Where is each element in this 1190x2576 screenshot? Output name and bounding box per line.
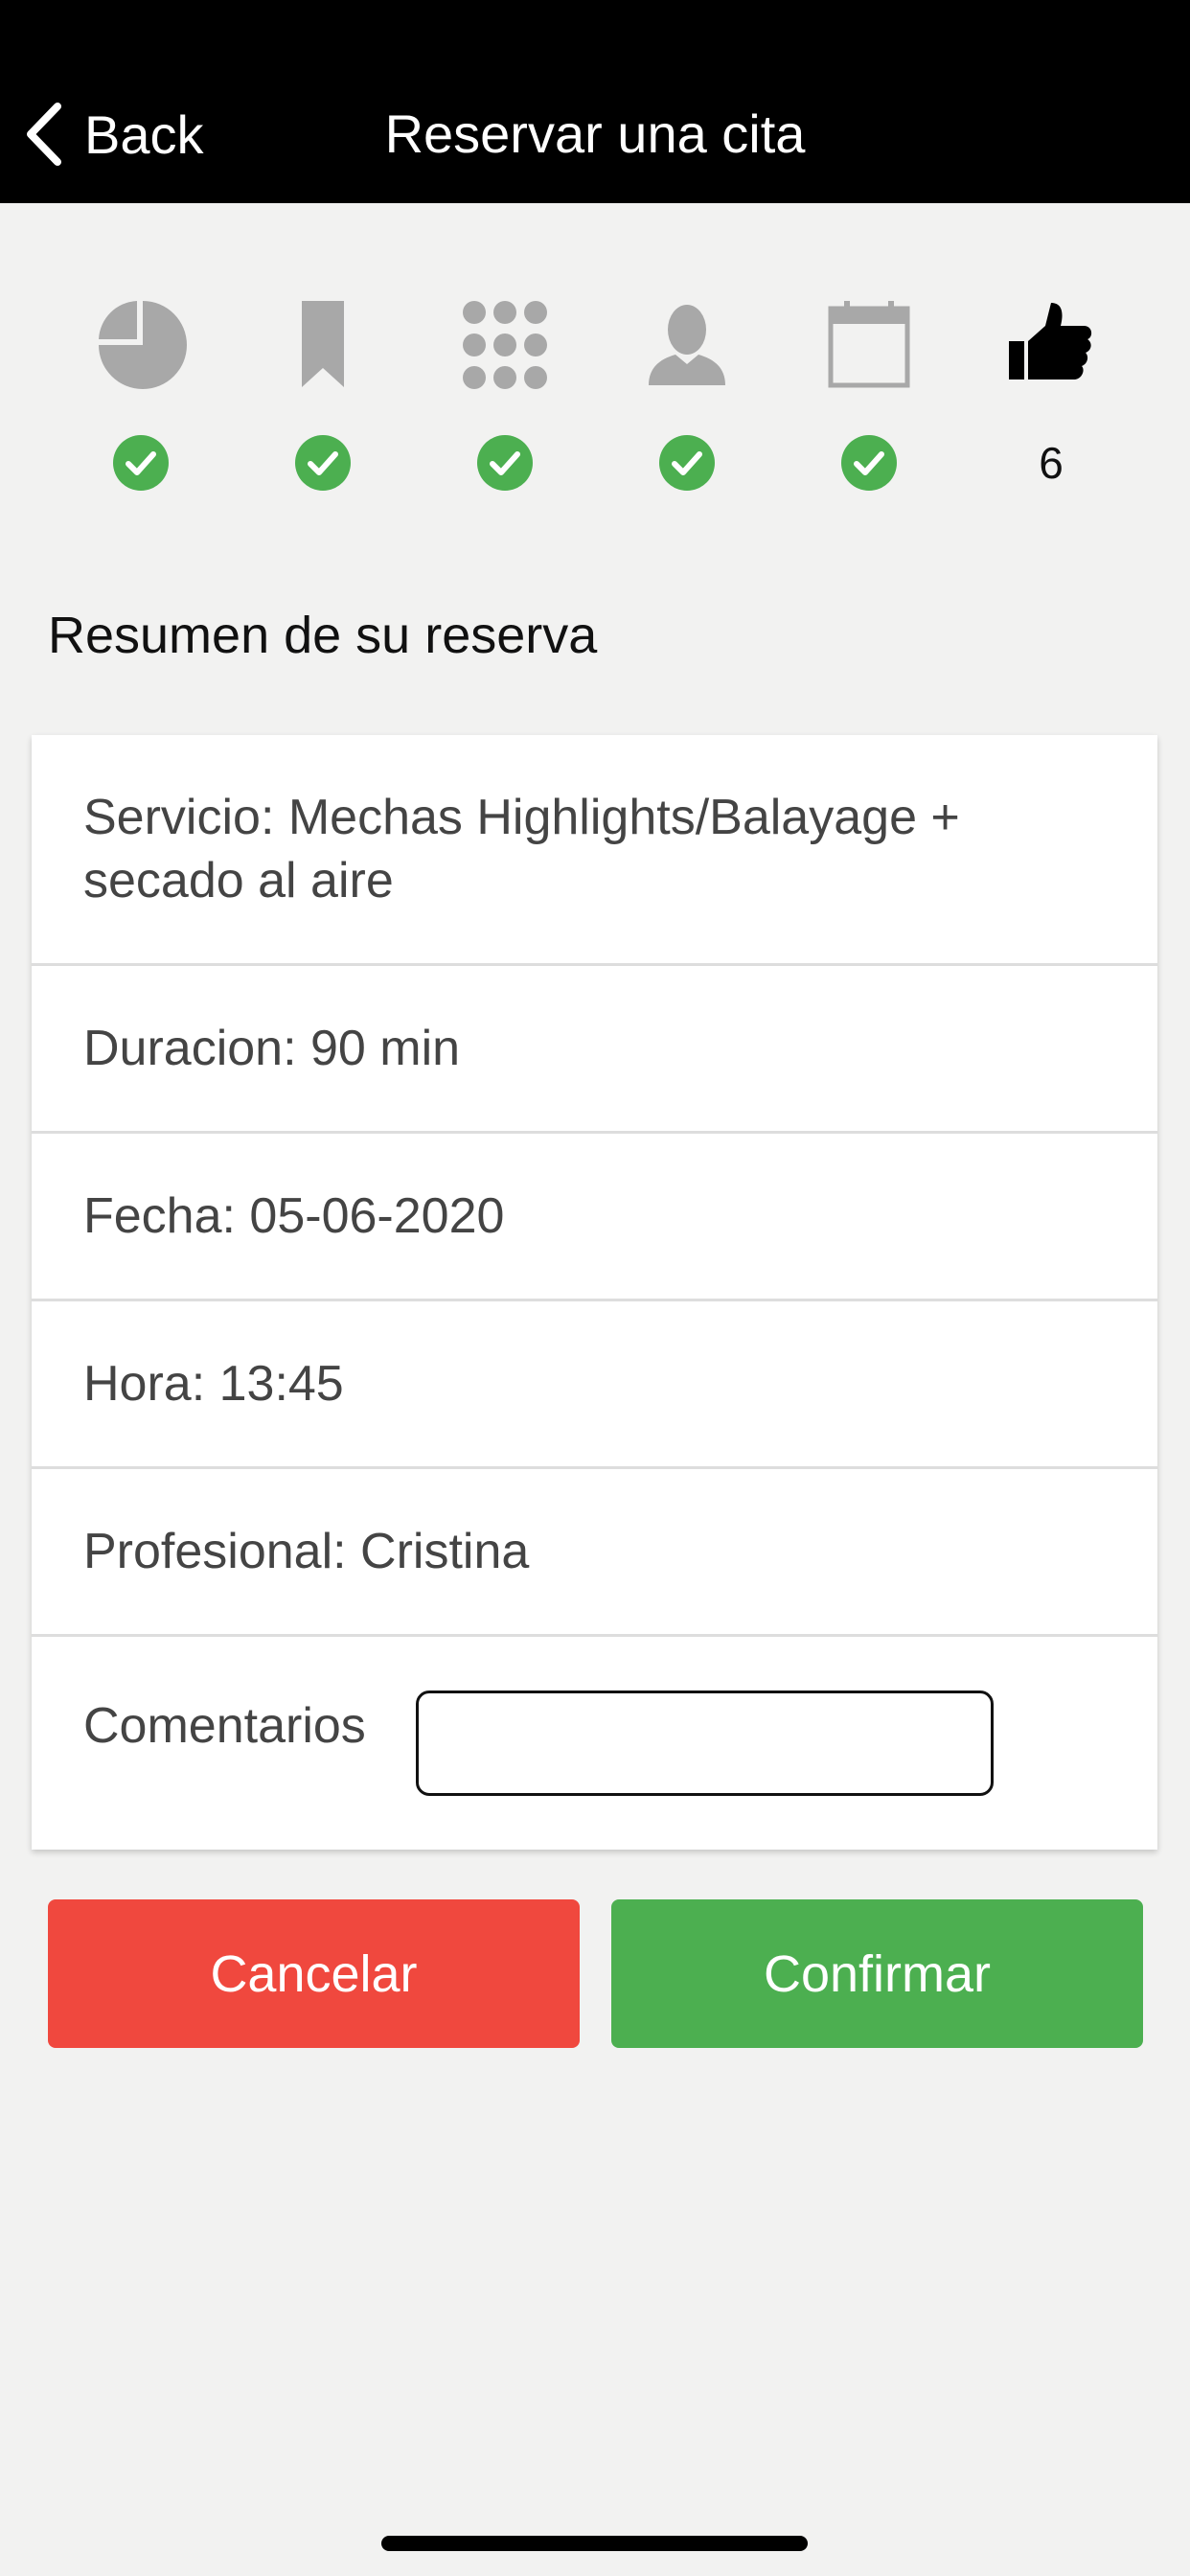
check-circle-icon <box>113 435 169 491</box>
step-1 <box>74 297 208 498</box>
nav-bar: Back Reservar una cita <box>0 0 1190 203</box>
booking-steps: 6 <box>48 297 1142 498</box>
check-circle-icon <box>659 435 715 491</box>
summary-row-hora: Hora: 13:45 <box>32 1301 1157 1469</box>
person-icon <box>639 297 735 393</box>
bookmark-icon <box>275 297 371 393</box>
summary-card: Servicio: Mechas Highlights/Balayage + s… <box>32 735 1157 1850</box>
comentarios-input[interactable] <box>416 1690 994 1796</box>
summary-row-profesional: Profesional: Cristina <box>32 1469 1157 1637</box>
home-indicator <box>381 2536 808 2551</box>
step-3 <box>438 297 572 498</box>
check-circle-icon <box>841 435 897 491</box>
servicio-text: Servicio: Mechas Highlights/Balayage + s… <box>83 790 960 908</box>
grid-icon <box>457 297 553 393</box>
profesional-text: Profesional: Cristina <box>83 1524 530 1579</box>
summary-row-servicio: Servicio: Mechas Highlights/Balayage + s… <box>32 735 1157 966</box>
duracion-text: Duracion: 90 min <box>83 1021 461 1076</box>
pie-chart-icon <box>93 297 189 393</box>
cancel-button[interactable]: Cancelar <box>48 1899 580 2048</box>
page-title: Reservar una cita <box>384 104 806 164</box>
summary-row-duracion: Duracion: 90 min <box>32 966 1157 1134</box>
calendar-icon <box>821 297 917 393</box>
step-number: 6 <box>1039 438 1064 488</box>
step-5 <box>802 297 936 498</box>
summary-row-comentarios: Comentarios <box>32 1637 1157 1850</box>
summary-row-fecha: Fecha: 05-06-2020 <box>32 1134 1157 1301</box>
fecha-text: Fecha: 05-06-2020 <box>83 1188 505 1244</box>
confirm-button[interactable]: Confirmar <box>611 1899 1143 2048</box>
hora-text: Hora: 13:45 <box>83 1356 344 1412</box>
step-6: 6 <box>984 297 1118 498</box>
thumbs-up-icon <box>1003 297 1099 393</box>
step-2 <box>256 297 390 498</box>
step-4 <box>620 297 754 498</box>
summary-title: Resumen de su reserva <box>48 607 598 664</box>
check-circle-icon <box>477 435 533 491</box>
check-circle-icon <box>295 435 351 491</box>
comentarios-label: Comentarios <box>83 1698 366 1754</box>
